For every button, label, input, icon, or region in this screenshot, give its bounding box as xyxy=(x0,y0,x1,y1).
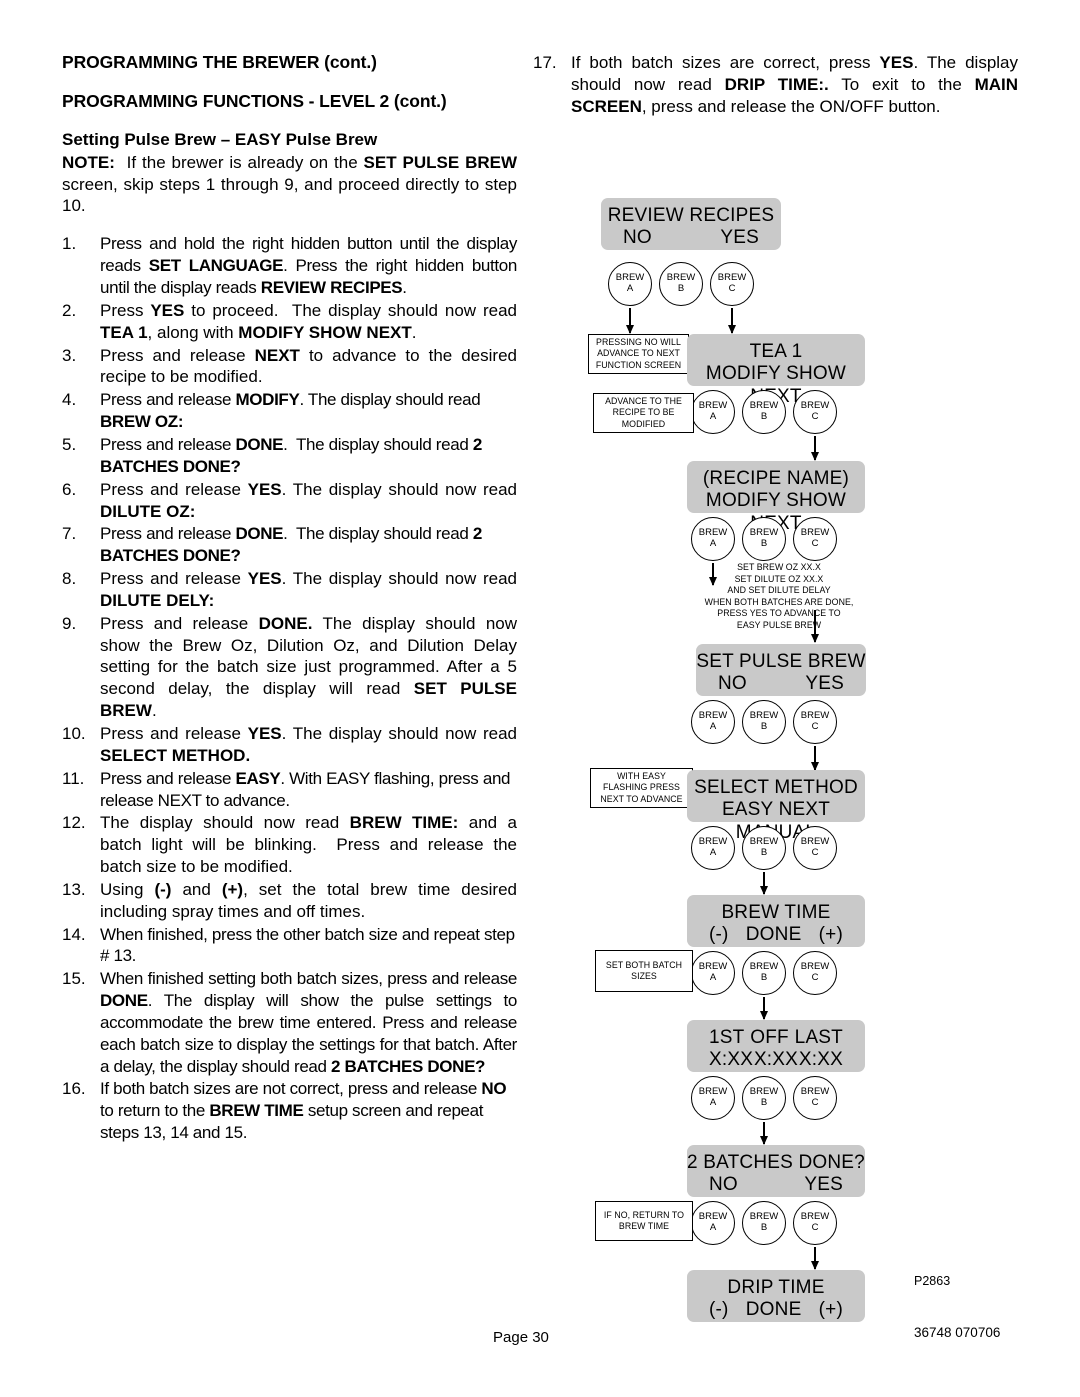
list-item: 1. Press and hold the right hidden button… xyxy=(62,234,517,298)
brew-button-c[interactable]: BREW C xyxy=(793,390,837,434)
list-item: 11. Press and release EASY. With EASY fla… xyxy=(62,768,511,810)
brew-button-b[interactable]: BREW B xyxy=(742,390,786,434)
annotation-pressing-no: PRESSING NO WILL ADVANCE TO NEXT FUNCTIO… xyxy=(588,334,689,374)
list-item: 4. Press and release MODIFY. The display … xyxy=(62,390,481,432)
screen-two-batches-done: 2 BATCHES DONE? NO YES xyxy=(687,1145,865,1197)
screen-set-pulse-brew: SET PULSE BREW NO YES xyxy=(696,644,866,696)
arrow-down xyxy=(763,1122,765,1144)
list-item: 15. When finished setting both batch size… xyxy=(62,969,517,1076)
document-code: P2863 xyxy=(914,1274,951,1288)
brew-button-c[interactable]: BREW C xyxy=(793,1076,837,1120)
subsection-title: Setting Pulse Brew – EASY Pulse Brew xyxy=(62,130,378,150)
brew-button-b[interactable]: BREW B xyxy=(742,517,786,561)
list-item: 14. When finished, press the other batch … xyxy=(62,924,515,966)
list-item: 17. If both batch sizes are correct, pres… xyxy=(533,53,1019,116)
brew-button-c[interactable]: BREW C xyxy=(793,951,837,995)
note-label: NOTE: xyxy=(62,152,115,172)
note-set-brew-oz: SET BREW OZ XX.X SET DILUTE OZ XX.X AND … xyxy=(704,562,854,631)
annotation-with-easy-flashing: WITH EASY FLASHING PRESS NEXT TO ADVANCE xyxy=(590,768,693,808)
annotation-advance-recipe: ADVANCE TO THE RECIPE TO BE MODIFIED xyxy=(593,393,694,433)
screen-recipe-name: (RECIPE NAME) MODIFY SHOW NEXT xyxy=(687,461,865,534)
brew-button-a[interactable]: BREW A xyxy=(691,1076,735,1120)
list-item: 2. Press YES to proceed. The display shou… xyxy=(62,300,517,342)
list-item: 13. Using (-) and (+), set the total brew… xyxy=(62,879,517,921)
screen-brew-time: BREW TIME (-) DONE (+) xyxy=(687,895,865,947)
arrow-down xyxy=(814,1247,816,1269)
brew-button-b[interactable]: BREW B xyxy=(742,700,786,744)
screen-tea-1: TEA 1 MODIFY SHOW NEXT xyxy=(687,334,865,407)
brew-button-a[interactable]: BREW A xyxy=(691,826,735,870)
brew-button-c[interactable]: BREW C xyxy=(793,826,837,870)
list-item: 9. Press and release DONE. The display sh… xyxy=(62,613,518,721)
brew-button-b[interactable]: BREW B xyxy=(742,826,786,870)
arrow-down xyxy=(763,997,765,1019)
left-column: PROGRAMMING THE BREWER (cont.) PROGRAMMI… xyxy=(62,52,517,1145)
arrow-down xyxy=(731,308,733,333)
list-item: 3. Press and release NEXT to advance to t… xyxy=(62,345,517,387)
brew-button-a[interactable]: BREW A xyxy=(691,951,735,995)
section-title: PROGRAMMING FUNCTIONS - LEVEL 2 (cont.) xyxy=(62,91,447,112)
list-item: 10. Press and release YES. The display sh… xyxy=(62,723,517,765)
arrow-down xyxy=(814,746,816,770)
arrow-down xyxy=(814,436,816,460)
note-paragraph: NOTE: If the brewer is already on the SE… xyxy=(62,152,518,216)
brew-button-b[interactable]: BREW B xyxy=(742,1201,786,1245)
steps-list: 1. Press and hold the right hidden button… xyxy=(62,233,517,1144)
document-number: 36748 070706 xyxy=(914,1325,1001,1340)
list-item: 8. Press and release YES. The display sho… xyxy=(62,569,517,610)
brew-button-a[interactable]: BREW A xyxy=(691,517,735,561)
screen-review-recipes: REVIEW RECIPES NO YES xyxy=(601,198,781,250)
annotation-if-no-return: IF NO, RETURN TO BREW TIME xyxy=(595,1201,693,1241)
screen-select-method: SELECT METHOD EASY NEXT MANUAL xyxy=(687,770,865,843)
arrow-down xyxy=(763,872,765,894)
list-item: 7. Press and release DONE. The display sh… xyxy=(62,524,482,566)
list-item: 12. The display should now read BREW TIME… xyxy=(62,813,517,877)
brew-button-b[interactable]: BREW B xyxy=(659,262,703,306)
brew-button-a[interactable]: BREW A xyxy=(691,390,735,434)
list-item: 5. Press and release DONE. The display sh… xyxy=(62,435,482,476)
brew-button-a[interactable]: BREW A xyxy=(608,262,652,306)
list-item: 16. If both batch sizes are not correct, … xyxy=(62,1079,507,1143)
right-column: 17. If both batch sizes are correct, pres… xyxy=(533,52,1018,119)
arrow-down xyxy=(814,610,816,642)
steps-list-continued: 17. If both batch sizes are correct, pres… xyxy=(533,52,1018,118)
brew-button-b[interactable]: BREW B xyxy=(742,1076,786,1120)
brew-button-a[interactable]: BREW A xyxy=(691,1201,735,1245)
page-title: PROGRAMMING THE BREWER (cont.) xyxy=(62,52,377,72)
page-number: Page 30 xyxy=(493,1329,549,1346)
brew-button-c[interactable]: BREW C xyxy=(793,517,837,561)
screen-drip-time: DRIP TIME (-) DONE (+) xyxy=(687,1270,865,1322)
annotation-set-both-batch-sizes: SET BOTH BATCH SIZES xyxy=(595,950,693,992)
brew-button-a[interactable]: BREW A xyxy=(691,700,735,744)
brew-button-b[interactable]: BREW B xyxy=(742,951,786,995)
list-item: 6. Press and release YES. The display sho… xyxy=(62,479,517,521)
screen-pulse-times: 1ST OFF LAST X:XX X:XX X:XX xyxy=(687,1020,865,1072)
brew-button-c[interactable]: BREW C xyxy=(710,262,754,306)
brew-button-c[interactable]: BREW C xyxy=(793,700,837,744)
brew-button-c[interactable]: BREW C xyxy=(793,1201,837,1245)
arrow-down xyxy=(629,308,631,333)
flowchart: REVIEW RECIPES NO YES BREW A BREW B BREW C … xyxy=(533,190,1018,1330)
